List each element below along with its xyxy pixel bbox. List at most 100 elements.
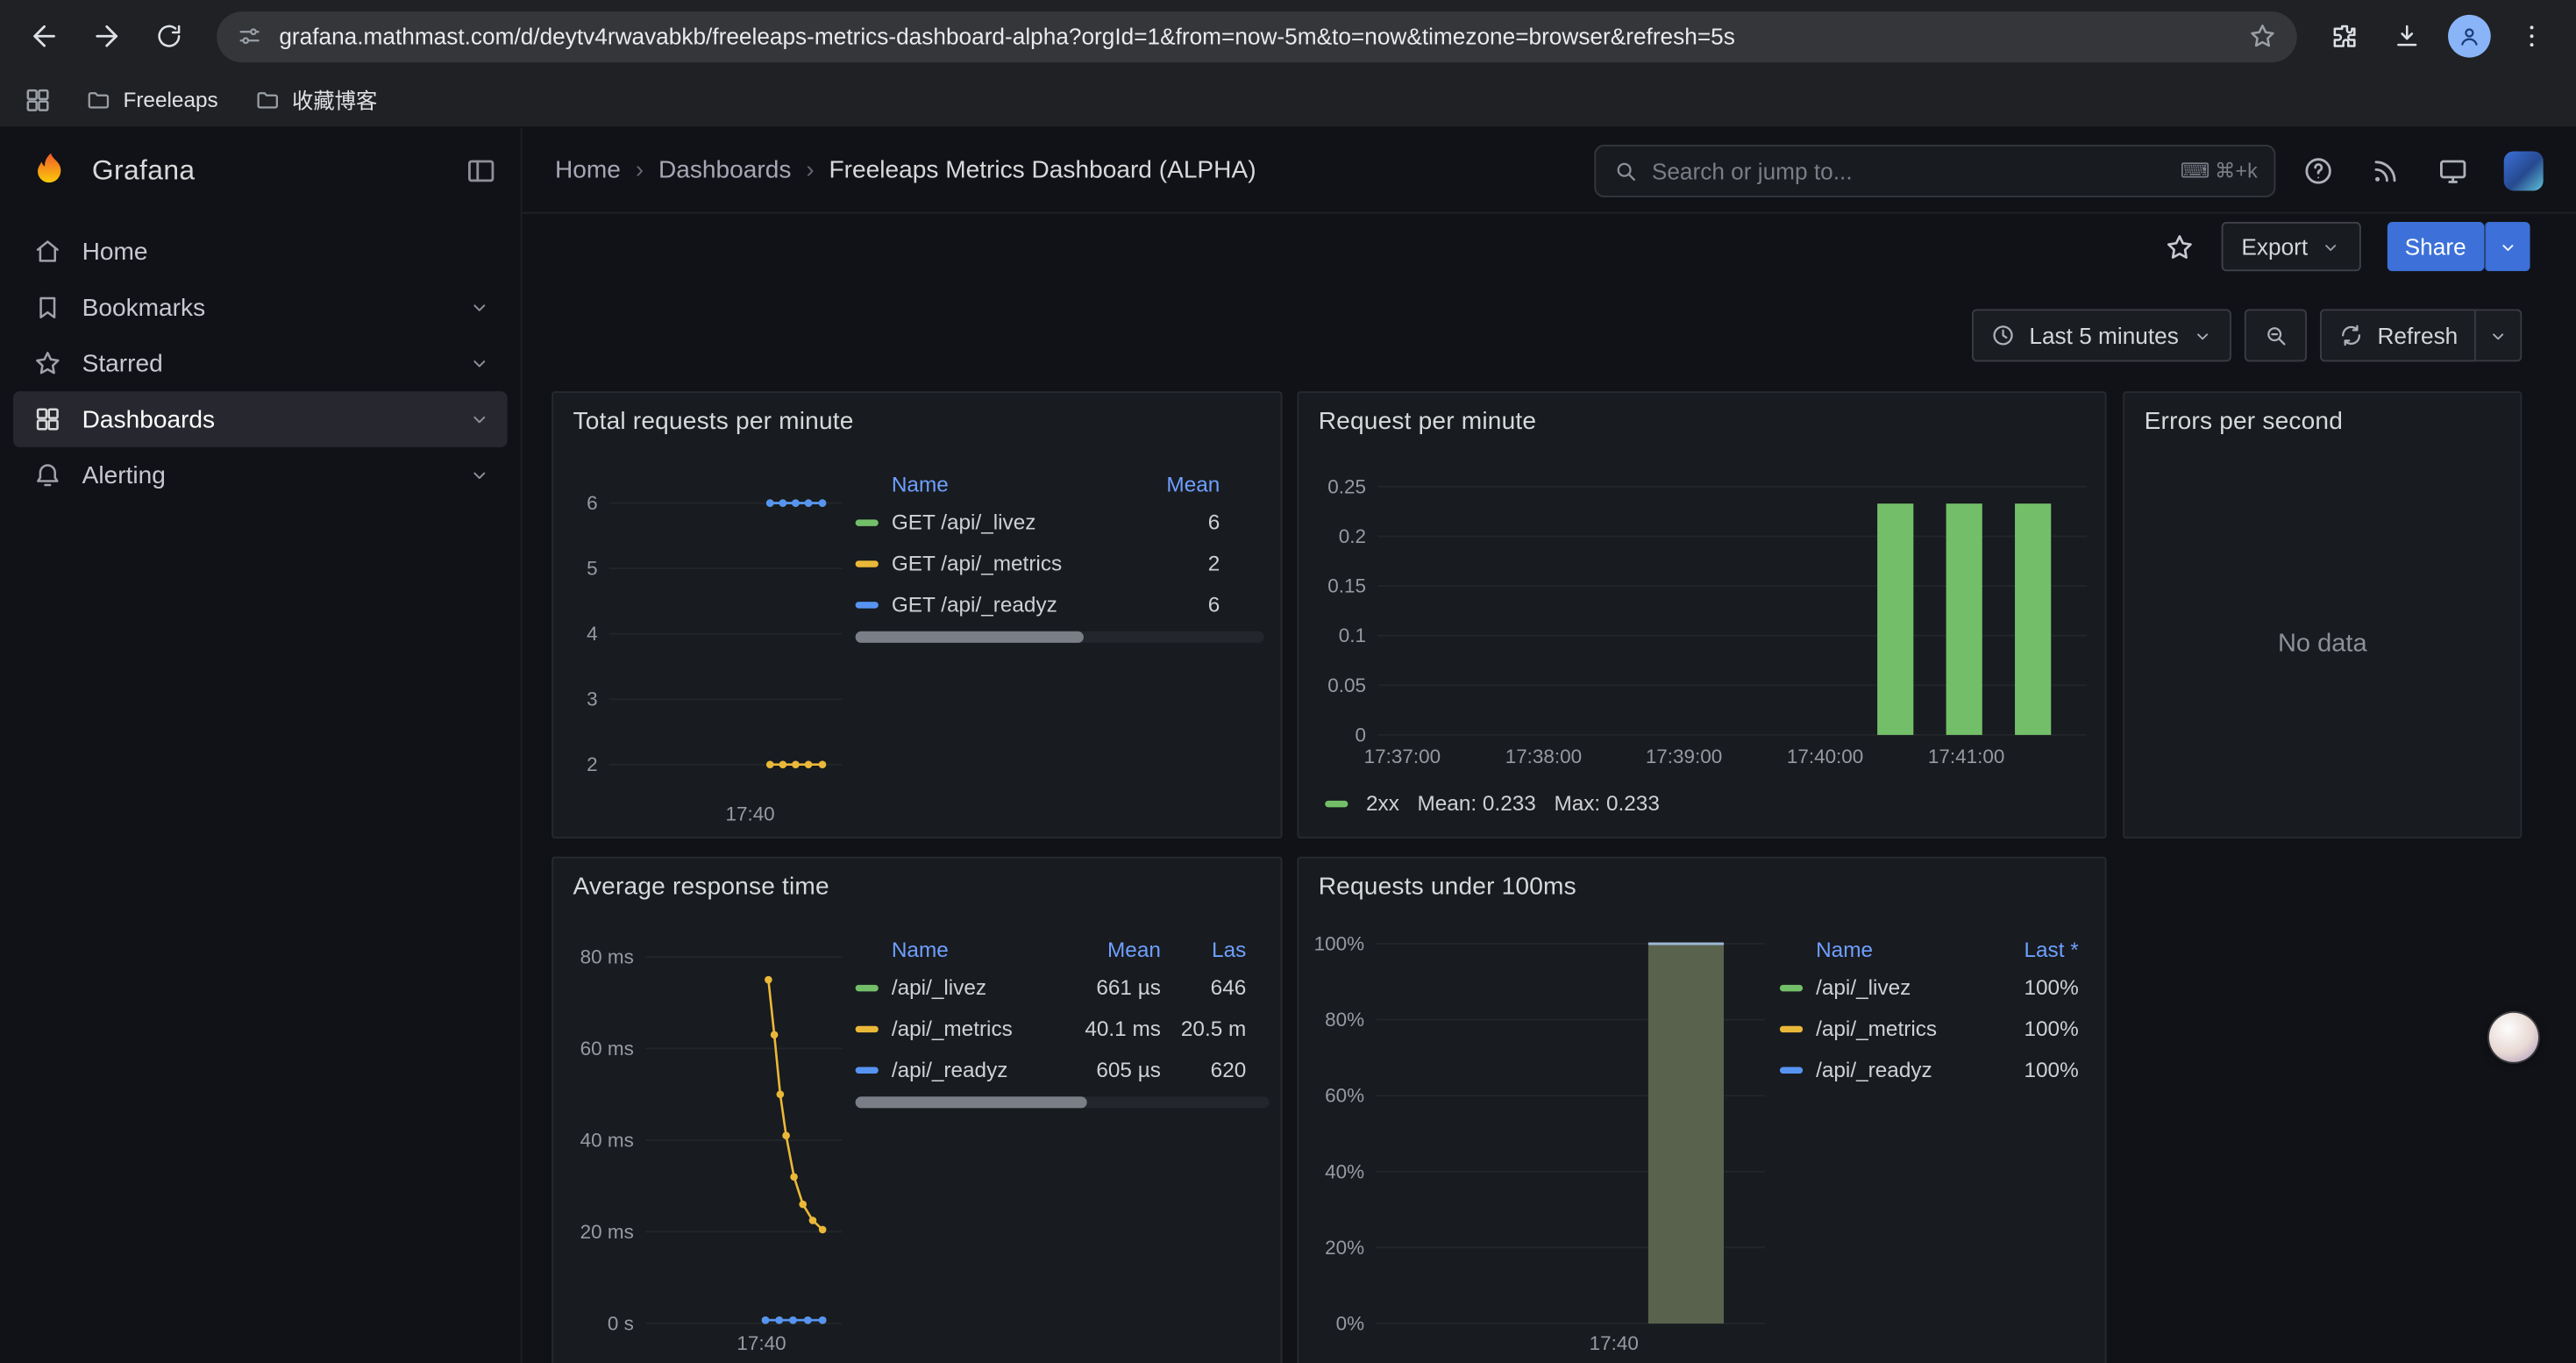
display-icon[interactable]: [2437, 153, 2469, 186]
assistant-avatar-button[interactable]: [2489, 1013, 2538, 1062]
chevron-down-icon: [2487, 325, 2508, 346]
legend-row: /api/_livez661 µs646: [856, 967, 1247, 1008]
export-button[interactable]: Export: [2222, 222, 2360, 271]
panel-errors-per-second: Errors per second No data: [2123, 391, 2522, 838]
share-button[interactable]: Share: [2387, 222, 2484, 271]
breadcrumb-item[interactable]: Dashboards: [658, 156, 791, 184]
legend-column-header[interactable]: Name: [892, 471, 1135, 496]
chevron-down-icon[interactable]: [468, 464, 491, 487]
bookmark-item[interactable]: 收藏博客: [245, 79, 388, 120]
legend-column-header[interactable]: Name: [1816, 937, 1980, 961]
sidebar-nav: HomeBookmarksStarredDashboardsAlerting: [0, 214, 521, 513]
header-icons: [2302, 151, 2550, 190]
dock-sidebar-icon[interactable]: [465, 154, 497, 187]
series-name[interactable]: /api/_metrics: [1816, 1016, 1980, 1040]
series-name[interactable]: /api/_readyz: [1816, 1057, 1980, 1081]
series-name[interactable]: GET /api/_readyz: [892, 592, 1135, 617]
series-name[interactable]: GET /api/_metrics: [892, 551, 1135, 575]
series-value: 646: [1161, 975, 1246, 1000]
rss-icon[interactable]: [2369, 153, 2402, 186]
browser-menu-button[interactable]: [2504, 8, 2560, 64]
svg-text:60%: 60%: [1325, 1085, 1364, 1107]
chevron-down-icon[interactable]: [468, 408, 491, 431]
grafana-logo-icon[interactable]: [30, 150, 73, 193]
search-box[interactable]: ⌨⌘+k: [1594, 144, 2275, 196]
legend-scrollbar[interactable]: [856, 632, 1264, 643]
legend-column-header[interactable]: Las: [1161, 937, 1246, 961]
clock-icon: [1989, 322, 2016, 348]
chevron-down-icon[interactable]: [468, 296, 491, 318]
sidebar-item-bookmarks[interactable]: Bookmarks: [13, 280, 508, 336]
bookmark-star-icon[interactable]: [2248, 21, 2278, 51]
series-value: 661 µs: [1063, 975, 1161, 1000]
bookmark-label: 收藏博客: [292, 84, 377, 116]
refresh-interval-button[interactable]: [2476, 309, 2522, 361]
breadcrumb-item[interactable]: Home: [555, 156, 621, 184]
star-icon: [32, 348, 62, 378]
panel-title[interactable]: Errors per second: [2145, 408, 2343, 436]
panel-title[interactable]: Total requests per minute: [573, 408, 854, 436]
grafana-main: Home›Dashboards›Freeleaps Metrics Dashbo…: [522, 128, 2576, 1363]
series-name[interactable]: /api/_livez: [892, 975, 1063, 1000]
series-name[interactable]: 2xx: [1366, 791, 1399, 816]
reload-button[interactable]: [141, 8, 197, 64]
sidebar-item-dashboards[interactable]: Dashboards: [13, 391, 508, 447]
legend-scrollbar[interactable]: [856, 1096, 1270, 1108]
scrollbar-thumb[interactable]: [856, 1096, 1087, 1108]
panel-title[interactable]: Request per minute: [1319, 408, 1537, 436]
back-button[interactable]: [17, 8, 73, 64]
panel-title[interactable]: Requests under 100ms: [1319, 873, 1576, 901]
search-icon: [1612, 157, 1639, 183]
extensions-button[interactable]: [2316, 8, 2373, 64]
share-dropdown-button[interactable]: [2484, 222, 2530, 271]
legend-row: /api/_readyz605 µs620: [856, 1049, 1247, 1090]
download-icon: [2392, 21, 2422, 51]
refresh-button[interactable]: Refresh: [2320, 309, 2476, 361]
series-name[interactable]: /api/_readyz: [892, 1057, 1063, 1081]
legend-row: GET /api/_readyz6: [856, 583, 1220, 624]
series-name[interactable]: /api/_livez: [1816, 975, 1980, 1000]
url-input[interactable]: [279, 23, 2231, 49]
kebab-menu-icon: [2517, 21, 2547, 51]
svg-text:20%: 20%: [1325, 1237, 1364, 1259]
site-settings-icon[interactable]: [237, 23, 263, 49]
scrollbar-thumb[interactable]: [856, 632, 1085, 643]
folder-icon: [85, 86, 111, 112]
panel-title[interactable]: Average response time: [573, 873, 829, 901]
help-icon[interactable]: [2302, 153, 2334, 186]
series-value: 2: [1135, 551, 1220, 575]
profile-avatar[interactable]: [2448, 15, 2491, 58]
svg-text:2: 2: [587, 753, 597, 775]
zoom-out-button[interactable]: [2245, 309, 2307, 361]
time-range-picker[interactable]: Last 5 minutes: [1972, 309, 2231, 361]
forward-button[interactable]: [79, 8, 135, 64]
apps-grid-icon[interactable]: [23, 85, 53, 115]
svg-text:17:40:00: 17:40:00: [1787, 746, 1863, 767]
legend-column-header[interactable]: Last *: [1980, 937, 2078, 961]
svg-text:3: 3: [587, 689, 597, 710]
browser-window: Freeleaps收藏博客 Grafana HomeBookmarksStarr…: [0, 0, 2576, 1363]
search-input[interactable]: [1652, 157, 2171, 183]
bookmark-item[interactable]: Freeleaps: [75, 79, 228, 120]
series-name[interactable]: GET /api/_livez: [892, 510, 1135, 534]
brand-row: Grafana: [0, 128, 521, 213]
chevron-down-icon[interactable]: [468, 352, 491, 375]
downloads-button[interactable]: [2379, 8, 2435, 64]
sidebar-item-home[interactable]: Home: [13, 224, 508, 280]
series-value: 40.1 ms: [1063, 1016, 1161, 1040]
legend-column-header[interactable]: Name: [892, 937, 1063, 961]
svg-text:4: 4: [587, 623, 597, 645]
requests-per-minute-chart: 0.250.20.150.10.05017:37:0017:38:0017:39…: [1308, 449, 2096, 795]
favorite-star-icon[interactable]: [2164, 231, 2195, 262]
legend-column-header[interactable]: Mean: [1135, 471, 1220, 496]
sidebar-item-alerting[interactable]: Alerting: [13, 447, 508, 503]
series-swatch: [856, 1067, 879, 1073]
address-bar[interactable]: [217, 11, 2297, 61]
series-value: 100%: [1980, 1057, 2078, 1081]
legend-column-header[interactable]: Mean: [1063, 937, 1161, 961]
panel-requests-under-100ms: Requests under 100ms 100%80%60%40%20%0%1…: [1297, 857, 2106, 1363]
org-avatar[interactable]: [2504, 151, 2544, 190]
series-name[interactable]: /api/_metrics: [892, 1016, 1063, 1040]
sidebar-item-starred[interactable]: Starred: [13, 335, 508, 391]
svg-text:20 ms: 20 ms: [580, 1221, 634, 1243]
